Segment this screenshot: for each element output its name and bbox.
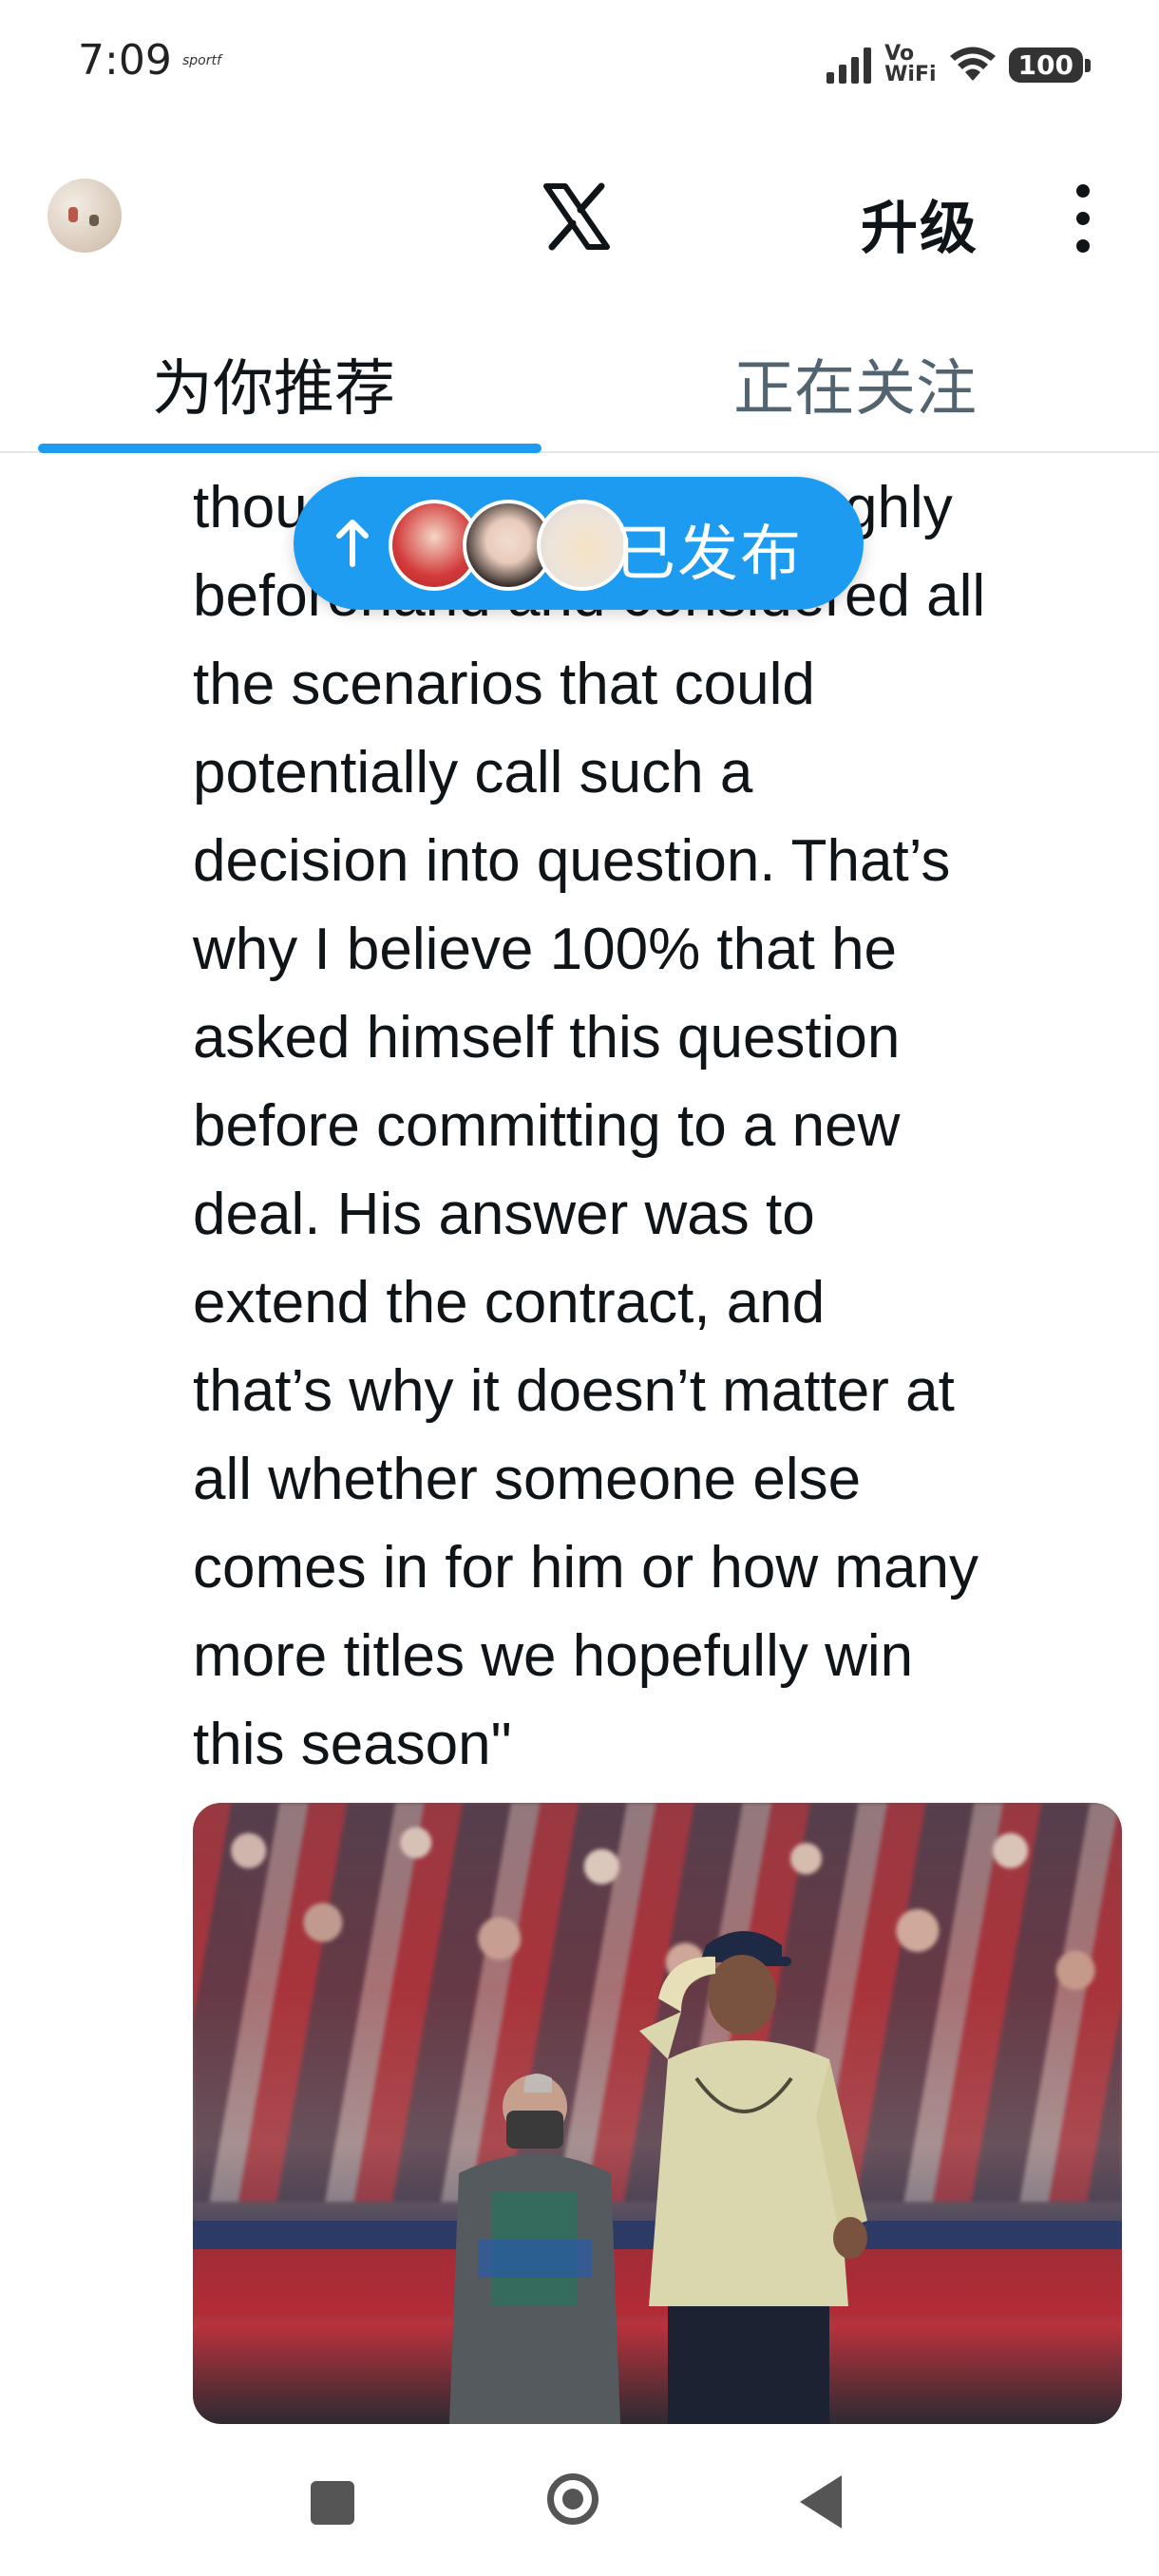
- feed-tabs: 为你推荐 正在关注: [0, 323, 1159, 453]
- vowifi-label-bottom: WiFi: [884, 63, 937, 86]
- screen: 7:09 sportf Vo WiFi 100 升级 为你推荐 正在关注 tho…: [0, 0, 1159, 2576]
- new-posts-button[interactable]: 已发布: [294, 477, 864, 610]
- tweet-text: thought about this thoroughly beforehand…: [193, 475, 986, 1777]
- status-time: 7:09: [78, 36, 172, 85]
- vowifi-icon: Vo WiFi: [884, 44, 936, 85]
- new-posts-label: 已发布: [615, 520, 803, 590]
- x-logo-icon: [542, 182, 611, 251]
- coach-figure: [639, 1931, 867, 2424]
- wifi-icon: [949, 47, 996, 83]
- profile-avatar[interactable]: [48, 179, 122, 253]
- new-posts-avatars: [389, 500, 636, 591]
- status-bar: 7:09 sportf Vo WiFi 100: [0, 0, 1159, 133]
- tweet-image[interactable]: [193, 1803, 1122, 2424]
- app-notification-icon: sportf: [182, 53, 221, 68]
- more-vertical-icon[interactable]: [1074, 184, 1092, 253]
- recents-square-icon[interactable]: [311, 2481, 354, 2525]
- status-icons: Vo WiFi 100: [826, 38, 1092, 91]
- vowifi-label-top: Vo: [884, 42, 915, 66]
- signal-icon: [826, 46, 872, 84]
- tab-following[interactable]: 正在关注: [733, 340, 977, 427]
- active-tab-indicator: [38, 444, 542, 453]
- system-nav-bar: [0, 2432, 1159, 2576]
- back-triangle-icon[interactable]: [800, 2475, 842, 2529]
- battery-icon: 100: [1008, 47, 1092, 83]
- upgrade-button[interactable]: 升级: [861, 182, 978, 265]
- home-circle-icon[interactable]: [547, 2473, 598, 2525]
- tab-for-you[interactable]: 为你推荐: [152, 340, 395, 427]
- top-header: 升级: [0, 142, 1159, 294]
- arrow-up-icon: [333, 519, 371, 568]
